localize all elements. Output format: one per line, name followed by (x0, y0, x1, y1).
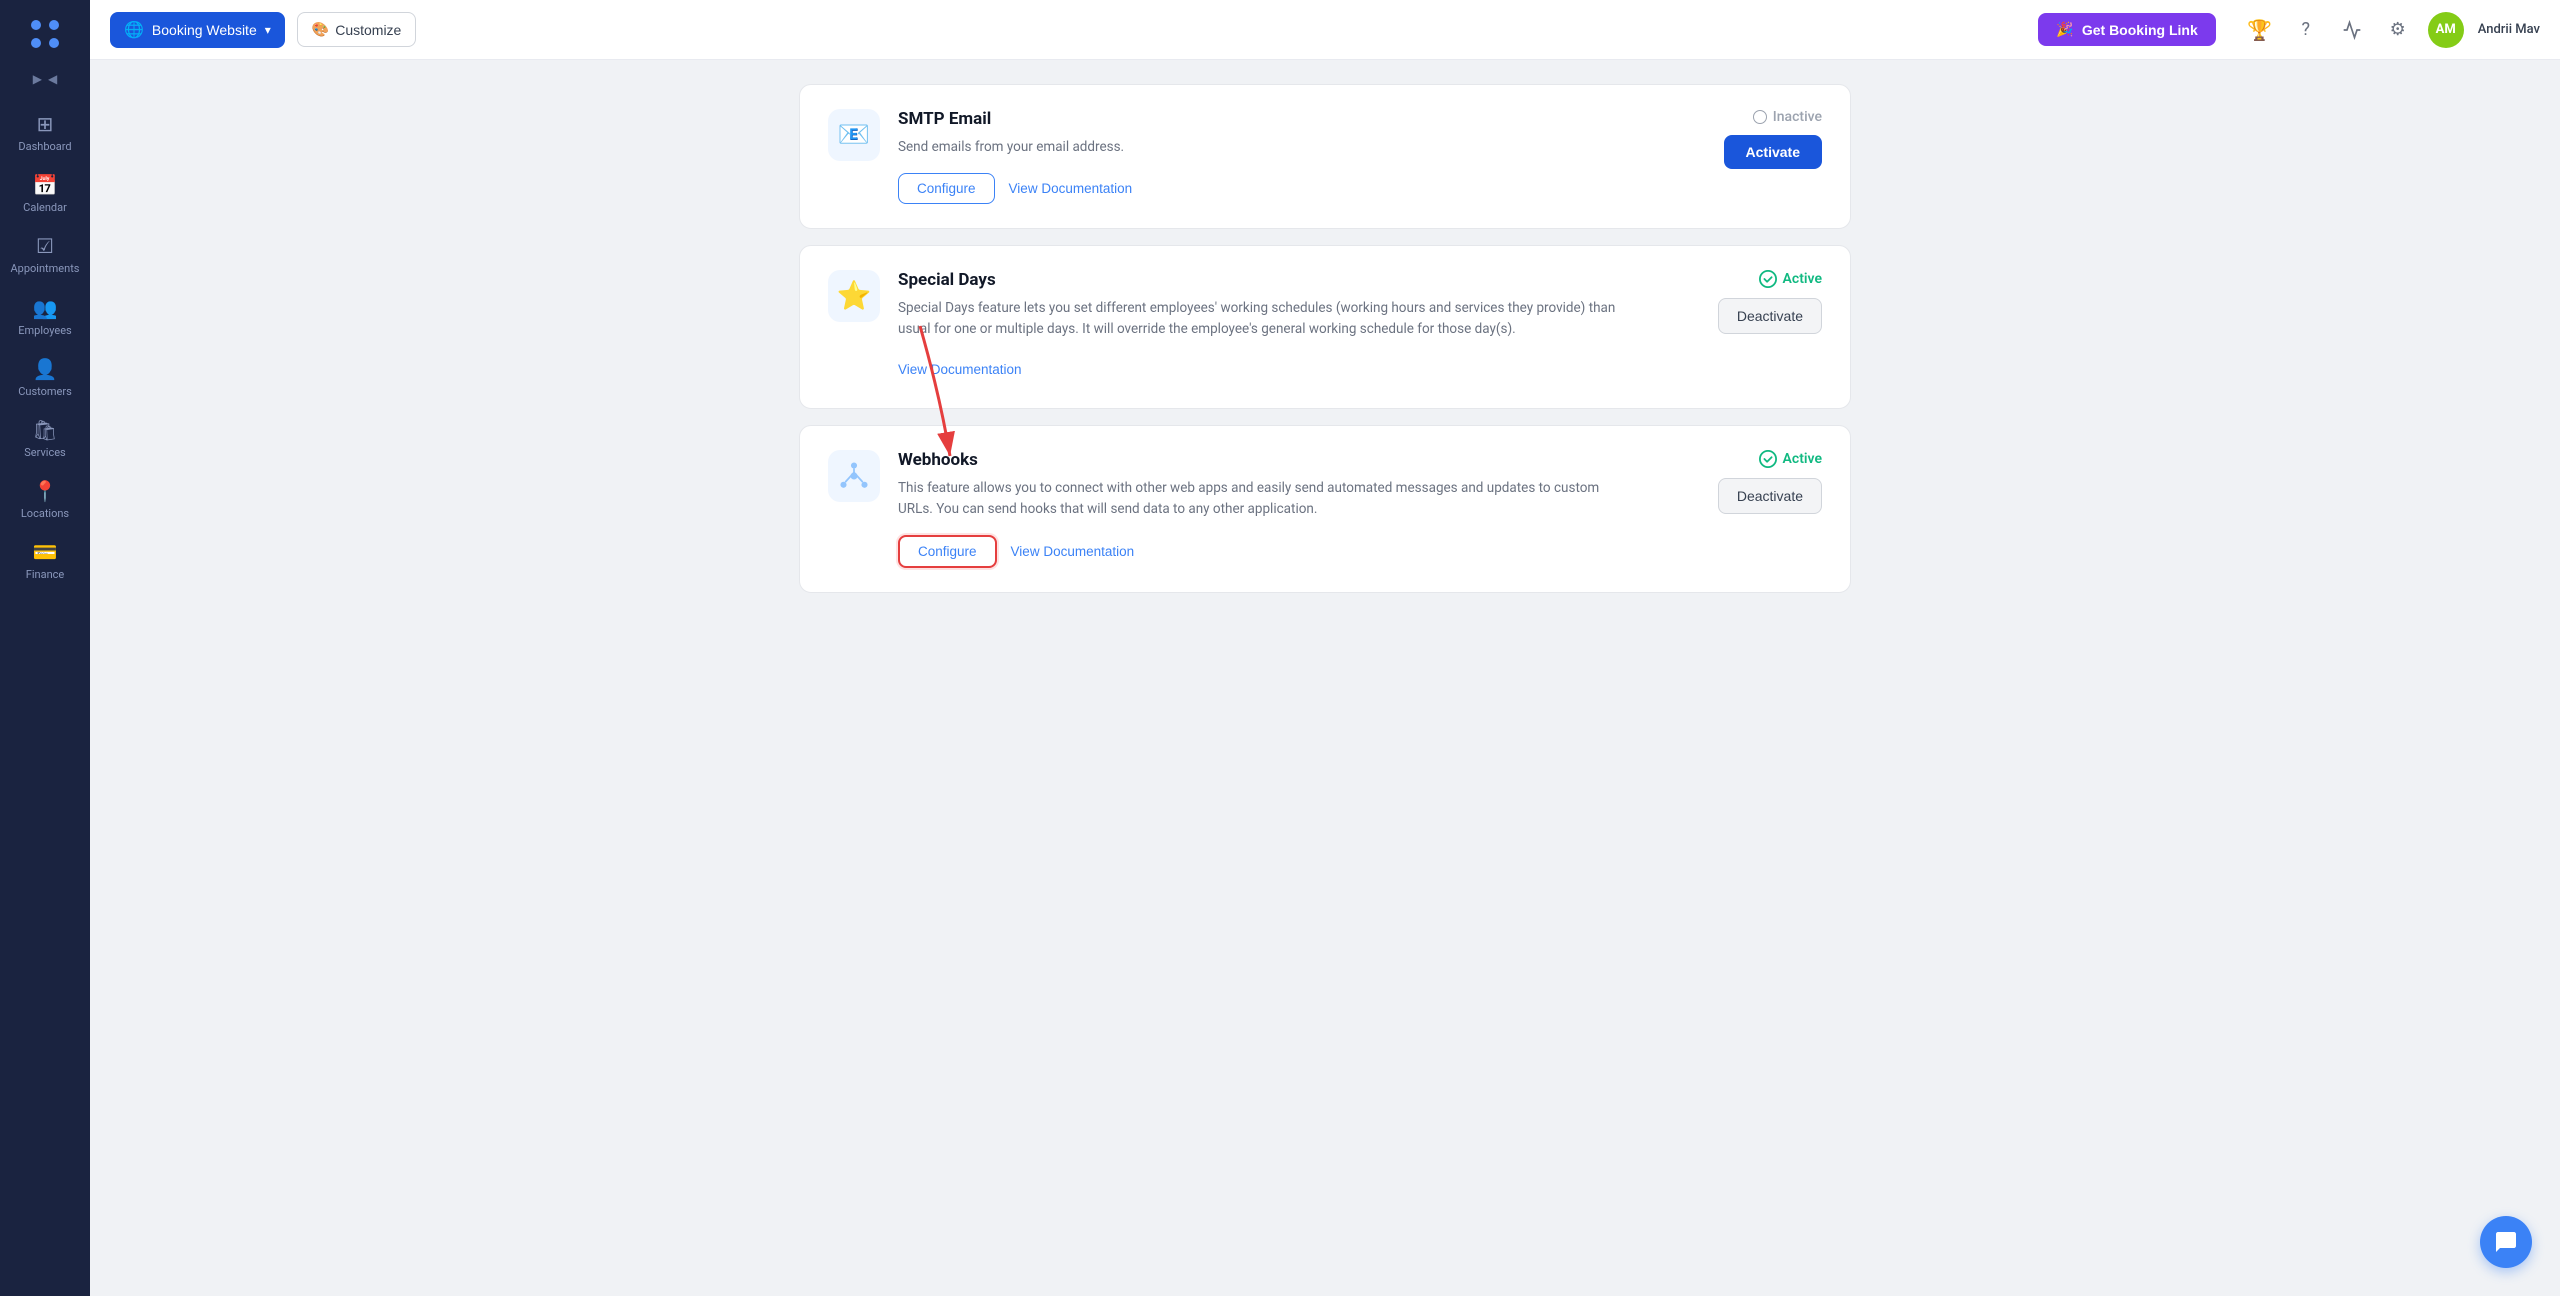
webhooks-actions: Configure View Documentation (898, 535, 1664, 568)
sidebar: ▶ ◀ ⊞ Dashboard 📅 Calendar ☑ Appointment… (0, 0, 90, 1296)
get-booking-link-label: Get Booking Link (2082, 22, 2198, 38)
feature-card-special-days: ⭐ Special Days Special Days feature lets… (799, 245, 1851, 409)
user-name[interactable]: Andrii Mav (2478, 22, 2540, 37)
customize-button[interactable]: 🎨 Customize (297, 12, 417, 47)
sidebar-item-label: Services (24, 446, 65, 459)
sidebar-item-dashboard[interactable]: ⊞ Dashboard (0, 102, 90, 163)
get-booking-link-button[interactable]: 🎉 Get Booking Link (2038, 13, 2215, 46)
smtp-email-icon: 📧 (828, 109, 880, 161)
feature-card-smtp-email: 📧 SMTP Email Send emails from your email… (799, 84, 1851, 229)
special-days-icon: ⭐ (828, 270, 880, 322)
calendar-icon: 📅 (33, 173, 58, 197)
app-logo[interactable] (23, 12, 67, 56)
webhooks-active-check-icon (1759, 450, 1777, 468)
smtp-email-body: SMTP Email Send emails from your email a… (898, 109, 1664, 204)
sidebar-item-label: Finance (26, 568, 64, 581)
special-days-status-badge: Active (1759, 270, 1822, 288)
sidebar-item-finance[interactable]: 💳 Finance (0, 530, 90, 591)
help-icon[interactable]: ? (2290, 14, 2322, 46)
special-days-description: Special Days feature lets you set differ… (898, 298, 1618, 341)
dashboard-icon: ⊞ (37, 112, 54, 136)
sidebar-item-label: Locations (21, 507, 69, 520)
appointments-icon: ☑ (36, 234, 54, 258)
sidebar-item-label: Dashboard (18, 140, 71, 153)
booking-website-label: Booking Website (152, 22, 257, 38)
sidebar-item-calendar[interactable]: 📅 Calendar (0, 163, 90, 224)
sidebar-item-label: Calendar (23, 201, 67, 214)
avatar[interactable]: AM (2428, 12, 2464, 48)
inactive-circle-icon (1753, 110, 1767, 124)
chat-icon (2494, 1230, 2518, 1254)
content: 📧 SMTP Email Send emails from your email… (90, 60, 2560, 1296)
sidebar-item-employees[interactable]: 👥 Employees (0, 286, 90, 347)
sidebar-item-label: Customers (18, 385, 72, 398)
main-area: 🌐 Booking Website ▾ 🎨 Customize 🎉 Get Bo… (90, 0, 2560, 1296)
webhooks-configure-button[interactable]: Configure (898, 535, 997, 568)
special-days-status-label: Active (1783, 271, 1822, 287)
webhooks-status-label: Active (1783, 451, 1822, 467)
chat-bubble[interactable] (2480, 1216, 2532, 1268)
avatar-initials: AM (2436, 22, 2456, 37)
chevron-down-icon: ▾ (265, 23, 271, 37)
special-days-body: Special Days Special Days feature lets y… (898, 270, 1664, 384)
smtp-status-badge: Inactive (1753, 109, 1822, 125)
special-days-title: Special Days (898, 270, 1664, 290)
finance-icon: 💳 (33, 540, 58, 564)
feature-card-webhooks: Webhooks This feature allows you to conn… (799, 425, 1851, 593)
nav-arrows: ▶ ◀ (33, 72, 57, 86)
webhooks-right: Active Deactivate (1682, 450, 1822, 514)
smtp-email-right: Inactive Activate (1682, 109, 1822, 169)
webhooks-view-doc-button[interactable]: View Documentation (1011, 537, 1135, 566)
settings-icon[interactable]: ⚙ (2382, 14, 2414, 46)
webhooks-status-badge: Active (1759, 450, 1822, 468)
smtp-view-doc-button[interactable]: View Documentation (1009, 174, 1133, 203)
sidebar-item-label: Employees (18, 324, 71, 337)
smtp-email-actions: Configure View Documentation (898, 173, 1664, 204)
smtp-status-label: Inactive (1773, 109, 1822, 125)
sidebar-item-customers[interactable]: 👤 Customers (0, 347, 90, 408)
smtp-email-description: Send emails from your email address. (898, 137, 1618, 159)
nav-right-arrow[interactable]: ◀ (48, 72, 57, 86)
special-days-view-doc-button[interactable]: View Documentation (898, 355, 1022, 384)
special-days-deactivate-button[interactable]: Deactivate (1718, 298, 1822, 334)
sidebar-item-label: Appointments (11, 262, 80, 275)
sidebar-item-services[interactable]: 🛍 Services (0, 408, 90, 469)
special-days-right: Active Deactivate (1682, 270, 1822, 334)
webhooks-body: Webhooks This feature allows you to conn… (898, 450, 1664, 568)
customize-icon: 🎨 (312, 21, 329, 38)
special-days-actions: View Documentation (898, 355, 1664, 384)
topbar-icons: 🏆 ? ⚙ AM Andrii Mav (2244, 12, 2540, 48)
nav-left-arrow[interactable]: ▶ (33, 72, 42, 86)
content-inner: 📧 SMTP Email Send emails from your email… (775, 60, 1875, 633)
active-check-icon (1759, 270, 1777, 288)
customers-icon: 👤 (33, 357, 58, 381)
employees-icon: 👥 (33, 296, 58, 320)
customize-label: Customize (335, 22, 401, 38)
webhooks-description: This feature allows you to connect with … (898, 478, 1618, 521)
smtp-activate-button[interactable]: Activate (1724, 135, 1822, 169)
locations-icon: 📍 (33, 479, 58, 503)
link-icon: 🎉 (2056, 21, 2073, 38)
webhooks-icon (828, 450, 880, 502)
activity-icon[interactable] (2336, 14, 2368, 46)
globe-icon: 🌐 (124, 20, 144, 40)
trophy-icon[interactable]: 🏆 (2244, 14, 2276, 46)
sidebar-item-appointments[interactable]: ☑ Appointments (0, 224, 90, 285)
smtp-configure-button[interactable]: Configure (898, 173, 995, 204)
sidebar-item-locations[interactable]: 📍 Locations (0, 469, 90, 530)
services-icon: 🛍 (32, 418, 57, 442)
webhooks-title: Webhooks (898, 450, 1664, 470)
smtp-email-title: SMTP Email (898, 109, 1664, 129)
booking-website-button[interactable]: 🌐 Booking Website ▾ (110, 12, 285, 48)
webhooks-deactivate-button[interactable]: Deactivate (1718, 478, 1822, 514)
topbar: 🌐 Booking Website ▾ 🎨 Customize 🎉 Get Bo… (90, 0, 2560, 60)
